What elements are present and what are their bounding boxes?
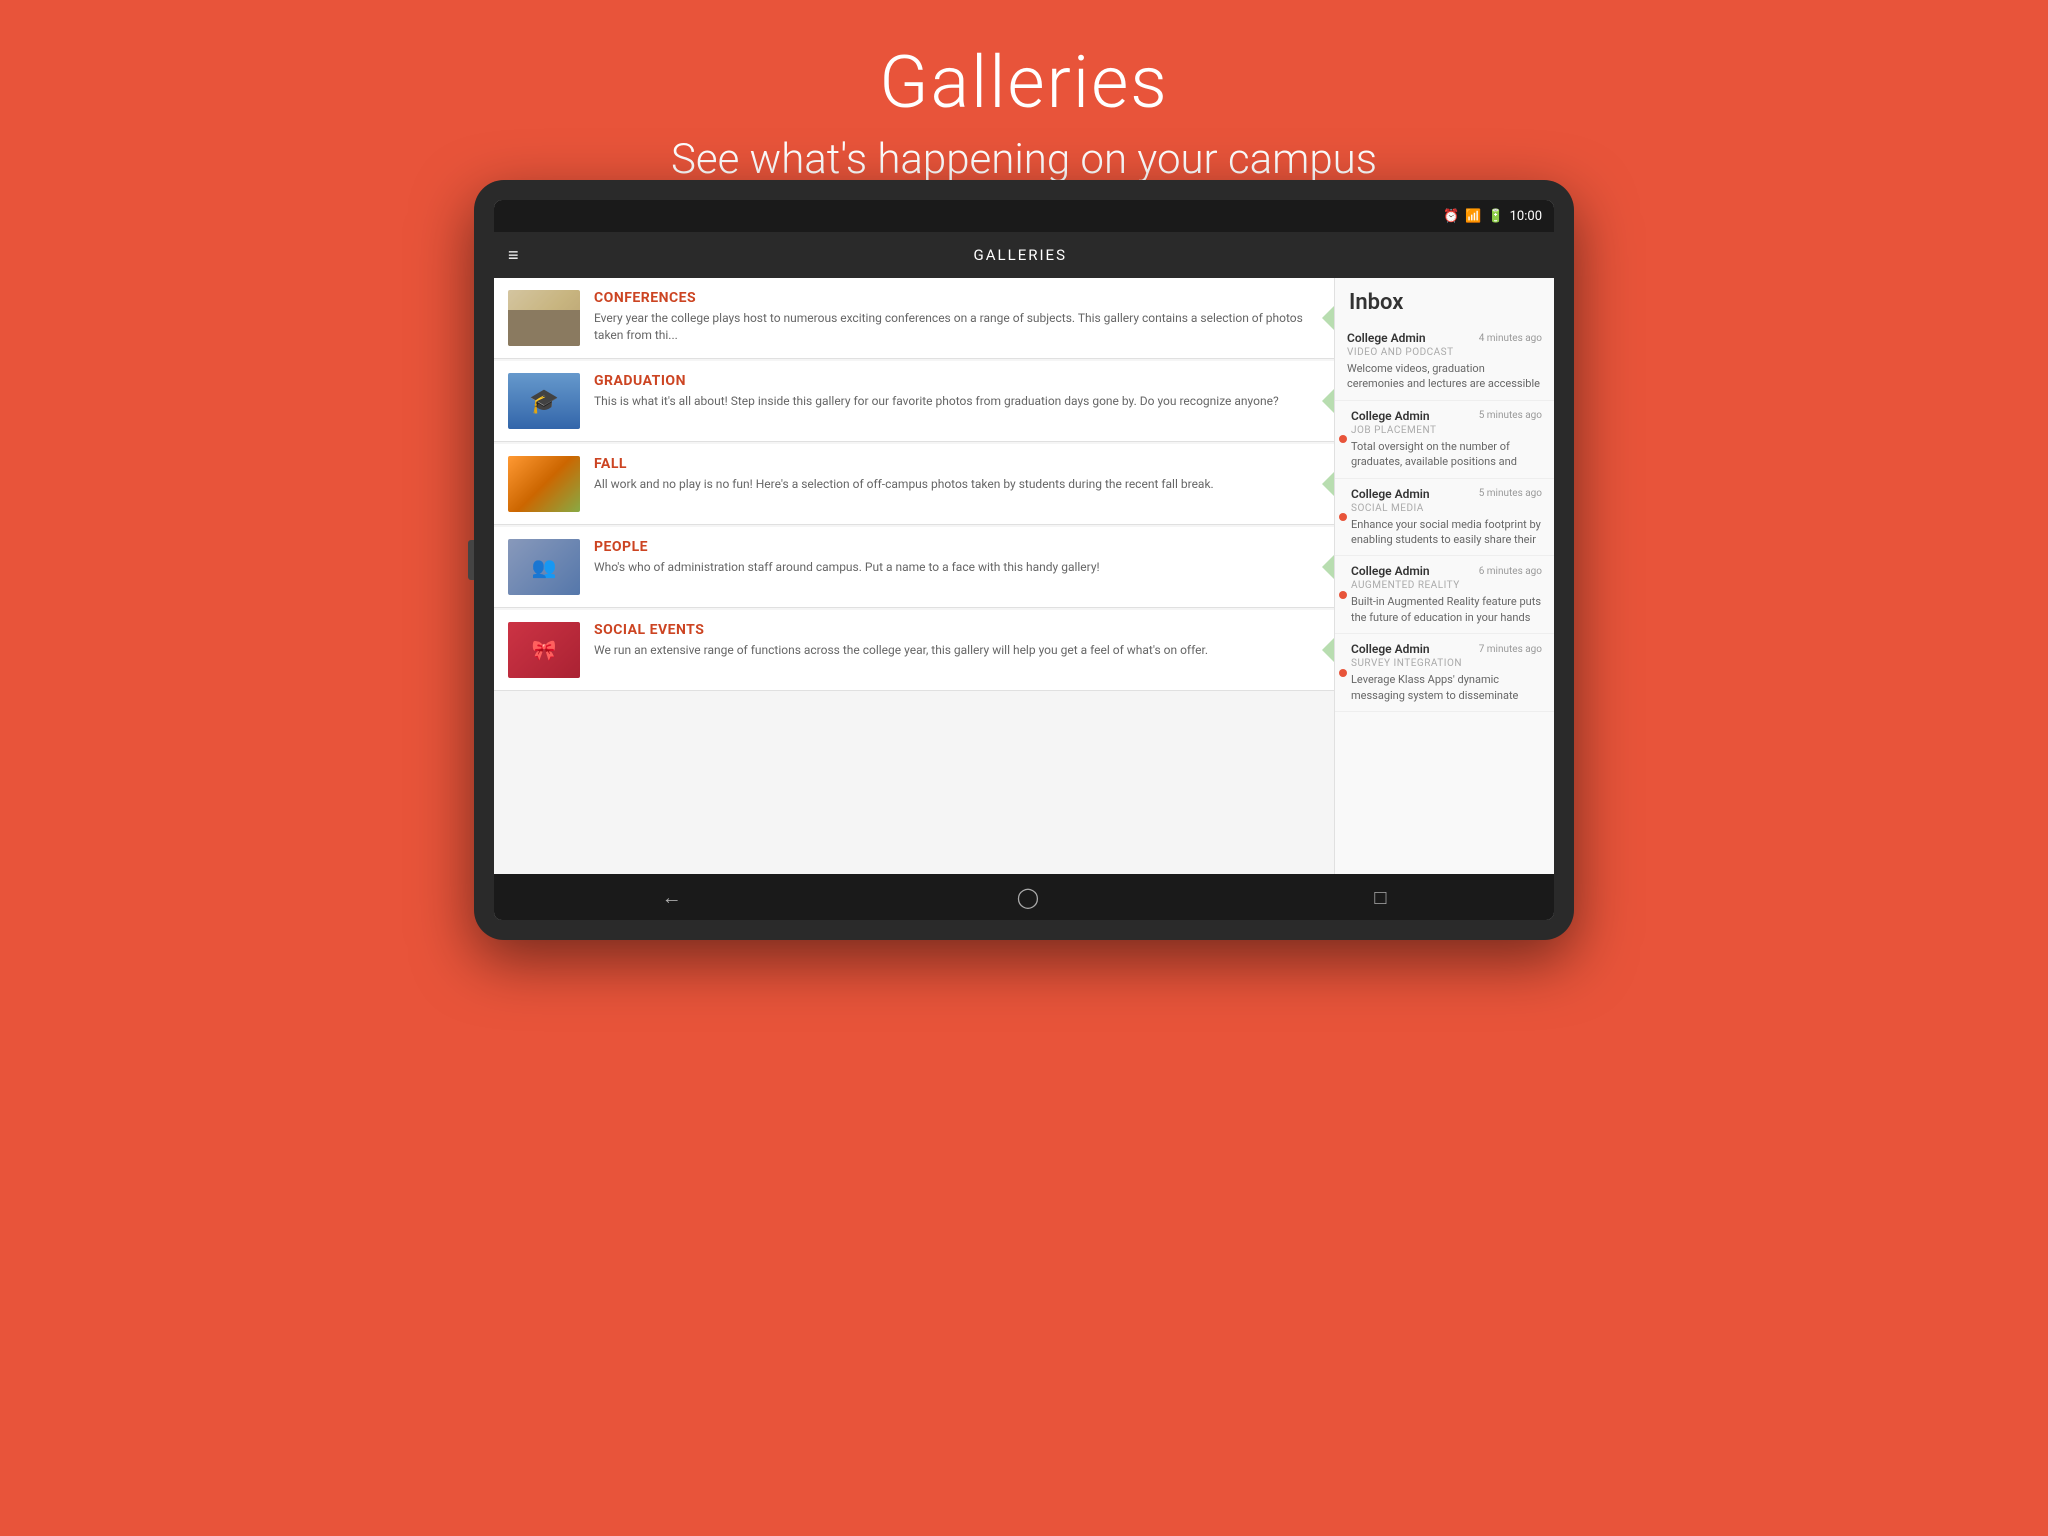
inbox-preview-3: Enhance your social media footprint by e…	[1351, 517, 1542, 548]
inbox-time-4: 6 minutes ago	[1479, 566, 1542, 577]
inbox-item-4[interactable]: College Admin 6 minutes ago AUGMENTED RE…	[1335, 556, 1554, 634]
gallery-desc-social-events: We run an extensive range of functions a…	[594, 642, 1320, 659]
inbox-category-4: AUGMENTED REALITY	[1351, 580, 1542, 591]
gallery-desc-fall: All work and no play is no fun! Here's a…	[594, 476, 1320, 493]
home-button[interactable]: ◯	[1017, 885, 1039, 909]
gallery-title-graduation: GRADUATION	[594, 373, 1320, 389]
inbox-time-2: 5 minutes ago	[1479, 410, 1542, 421]
gallery-thumb-fall	[508, 456, 580, 512]
inbox-time-3: 5 minutes ago	[1479, 488, 1542, 499]
inbox-item-4-header: College Admin 6 minutes ago	[1351, 564, 1542, 578]
inbox-preview-2: Total oversight on the number of graduat…	[1351, 439, 1542, 470]
inbox-item-1[interactable]: College Admin 4 minutes ago VIDEO AND PO…	[1335, 323, 1554, 401]
gallery-thumb-conferences	[508, 290, 580, 346]
inbox-sender-4: College Admin	[1351, 564, 1430, 578]
unread-dot-4	[1339, 591, 1347, 599]
gallery-thumb-social	[508, 622, 580, 678]
tablet-screen: ⏰ 📶 🔋 10:00 ≡ GALLERIES CONFERENCES Ever…	[494, 200, 1554, 920]
inbox-panel: Inbox College Admin 4 minutes ago VIDEO …	[1334, 278, 1554, 874]
back-button[interactable]: ←	[662, 885, 682, 910]
recents-button[interactable]: □	[1374, 885, 1386, 910]
hamburger-icon[interactable]: ≡	[508, 245, 519, 266]
gallery-desc-graduation: This is what it's all about! Step inside…	[594, 393, 1320, 410]
alarm-icon: ⏰	[1443, 209, 1459, 224]
inbox-time-5: 7 minutes ago	[1479, 644, 1542, 655]
status-icons: ⏰ 📶 🔋 10:00	[1443, 209, 1542, 224]
inbox-sender-1: College Admin	[1347, 331, 1426, 345]
battery-icon: 🔋	[1487, 209, 1503, 224]
gallery-info-graduation: GRADUATION This is what it's all about! …	[594, 373, 1320, 410]
page-title: Galleries	[0, 40, 2048, 125]
gallery-thumb-people	[508, 539, 580, 595]
inbox-sender-3: College Admin	[1351, 487, 1430, 501]
tablet-frame: ⏰ 📶 🔋 10:00 ≡ GALLERIES CONFERENCES Ever…	[474, 180, 1574, 940]
unread-dot-3	[1339, 513, 1347, 521]
page-subtitle: See what's happening on your campus	[0, 135, 2048, 184]
wifi-icon: 📶	[1465, 209, 1481, 224]
gallery-title-people: PEOPLE	[594, 539, 1320, 555]
inbox-item-3-header: College Admin 5 minutes ago	[1351, 487, 1542, 501]
app-bar-title: GALLERIES	[535, 246, 1506, 264]
inbox-item-1-header: College Admin 4 minutes ago	[1347, 331, 1542, 345]
gallery-info-social-events: SOCIAL EVENTS We run an extensive range …	[594, 622, 1320, 659]
gallery-item-fall[interactable]: FALL All work and no play is no fun! Her…	[494, 444, 1334, 525]
inbox-item-3[interactable]: College Admin 5 minutes ago SOCIAL MEDIA…	[1335, 479, 1554, 557]
unread-dot-5	[1339, 669, 1347, 677]
inbox-preview-4: Built-in Augmented Reality feature puts …	[1351, 594, 1542, 625]
gallery-title-social-events: SOCIAL EVENTS	[594, 622, 1320, 638]
inbox-category-2: JOB PLACEMENT	[1351, 425, 1542, 436]
inbox-preview-5: Leverage Klass Apps' dynamic messaging s…	[1351, 672, 1542, 703]
gallery-item-conferences[interactable]: CONFERENCES Every year the college plays…	[494, 278, 1334, 359]
gallery-info-conferences: CONFERENCES Every year the college plays…	[594, 290, 1320, 344]
status-bar: ⏰ 📶 🔋 10:00	[494, 200, 1554, 232]
inbox-preview-1: Welcome videos, graduation ceremonies an…	[1347, 361, 1542, 392]
inbox-item-5[interactable]: College Admin 7 minutes ago SURVEY INTEG…	[1335, 634, 1554, 712]
inbox-item-2[interactable]: College Admin 5 minutes ago JOB PLACEMEN…	[1335, 401, 1554, 479]
gallery-item-people[interactable]: PEOPLE Who's who of administration staff…	[494, 527, 1334, 608]
inbox-time-1: 4 minutes ago	[1479, 333, 1542, 344]
gallery-info-people: PEOPLE Who's who of administration staff…	[594, 539, 1320, 576]
gallery-info-fall: FALL All work and no play is no fun! Her…	[594, 456, 1320, 493]
content-area: CONFERENCES Every year the college plays…	[494, 278, 1554, 874]
app-bar: ≡ GALLERIES	[494, 232, 1554, 278]
unread-dot-2	[1339, 435, 1347, 443]
gallery-desc-people: Who's who of administration staff around…	[594, 559, 1320, 576]
inbox-sender-2: College Admin	[1351, 409, 1430, 423]
gallery-thumb-graduation	[508, 373, 580, 429]
inbox-category-3: SOCIAL MEDIA	[1351, 503, 1542, 514]
gallery-item-graduation[interactable]: GRADUATION This is what it's all about! …	[494, 361, 1334, 442]
gallery-title-conferences: CONFERENCES	[594, 290, 1320, 306]
inbox-category-5: SURVEY INTEGRATION	[1351, 658, 1542, 669]
inbox-sender-5: College Admin	[1351, 642, 1430, 656]
inbox-item-5-header: College Admin 7 minutes ago	[1351, 642, 1542, 656]
galleries-panel: CONFERENCES Every year the college plays…	[494, 278, 1334, 874]
inbox-item-2-header: College Admin 5 minutes ago	[1351, 409, 1542, 423]
bottom-nav-bar: ← ◯ □	[494, 874, 1554, 920]
inbox-header: Inbox	[1335, 278, 1554, 323]
gallery-desc-conferences: Every year the college plays host to num…	[594, 310, 1320, 344]
tablet-side-button	[468, 540, 474, 580]
gallery-item-social-events[interactable]: SOCIAL EVENTS We run an extensive range …	[494, 610, 1334, 691]
clock: 10:00	[1510, 209, 1542, 224]
gallery-title-fall: FALL	[594, 456, 1320, 472]
inbox-category-1: VIDEO AND PODCAST	[1347, 347, 1542, 358]
